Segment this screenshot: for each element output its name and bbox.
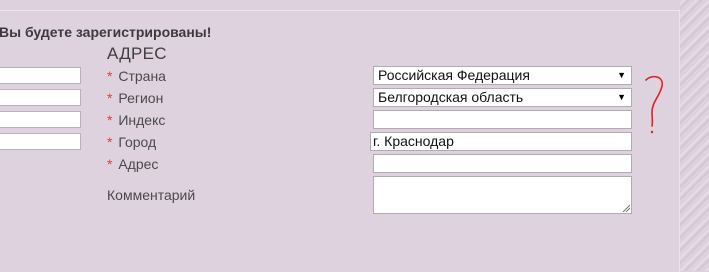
address-section-title: АДРЕС [107,44,167,63]
required-mark: * [107,90,113,106]
red-question-mark-icon [645,75,663,134]
dropdown-arrow-icon: ▼ [617,92,626,102]
region-label-text: Регион [118,90,164,106]
city-label-text: Город [118,134,157,150]
country-label: * Страна [107,68,166,84]
comment-label: Комментарий [107,187,196,203]
street-input[interactable] [373,154,632,173]
required-mark: * [107,68,113,84]
region-label: * Регион [107,90,163,106]
left-input-1[interactable] [0,67,81,84]
street-label: * Адрес [107,156,158,172]
decorative-border [680,0,709,271]
comment-textarea[interactable] [373,176,632,214]
left-input-4[interactable] [0,133,81,150]
left-input-3[interactable] [0,111,81,128]
left-input-2[interactable] [0,89,81,106]
postcode-label-text: Индекс [118,112,166,128]
country-select[interactable]: Российская Федерация ▼ [373,66,632,85]
region-select-value: Белгородская область [378,89,524,105]
postcode-label: * Индекс [107,112,165,128]
resize-grip-icon[interactable] [622,204,630,212]
postcode-input[interactable] [373,110,632,129]
city-input-value: г. Краснодар [373,133,454,149]
required-mark: * [107,112,113,128]
country-select-value: Российская Федерация [378,67,530,83]
dropdown-arrow-icon: ▼ [617,70,626,80]
city-input[interactable]: г. Краснодар [370,132,632,151]
region-select[interactable]: Белгородская область ▼ [373,88,632,107]
city-label: * Город [107,134,156,150]
registration-heading: Вы будете зарегистрированы! [0,24,212,40]
required-mark: * [107,156,113,172]
country-label-text: Страна [118,68,166,84]
required-mark: * [107,134,113,150]
street-label-text: Адрес [118,156,159,172]
